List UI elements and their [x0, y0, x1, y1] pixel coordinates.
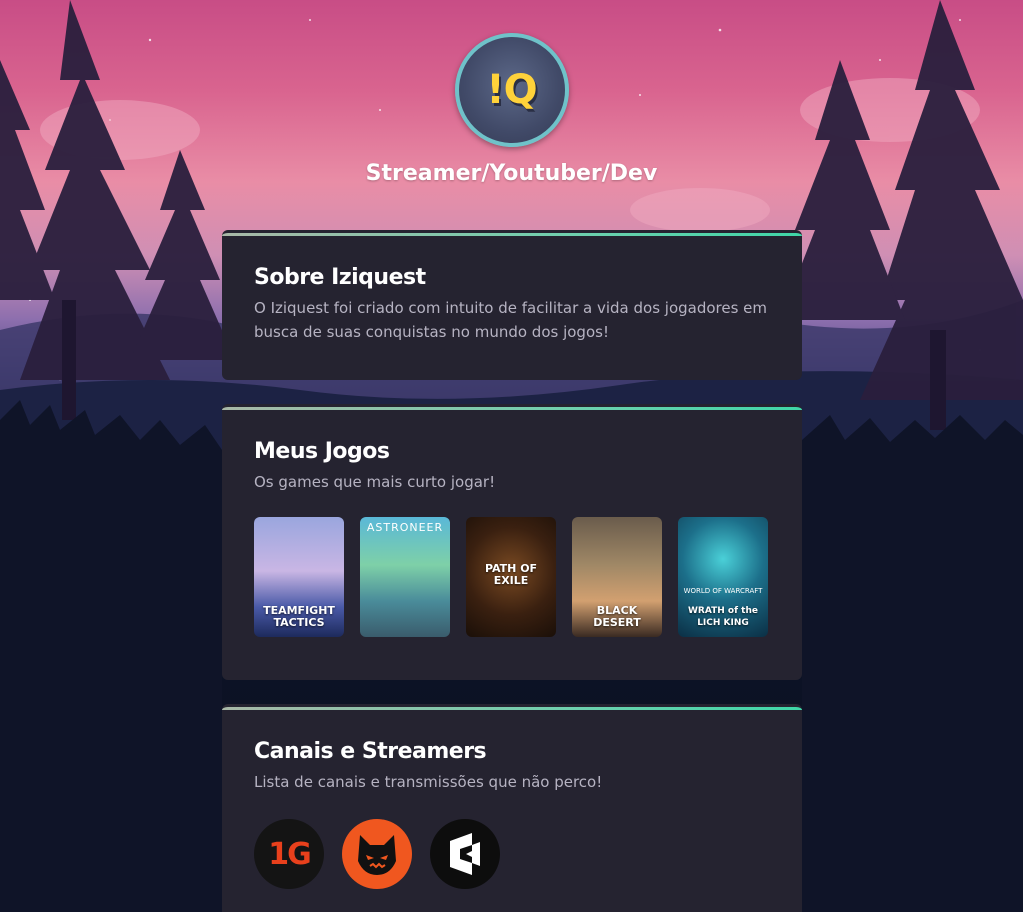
streamers-card: Canais e Streamers Lista de canais e tra… [222, 704, 802, 912]
game-label: ASTRONEER [366, 521, 444, 534]
streamers-list: 1G [254, 819, 770, 889]
about-description: O Iziquest foi criado com intuito de fac… [254, 299, 768, 341]
streamer-cat-mask[interactable] [342, 819, 412, 889]
game-card-wow-wrath[interactable]: WORLD OF WARCRAFT WRATH of the LICH KING [678, 517, 768, 637]
streamer-1g[interactable]: 1G [254, 819, 324, 889]
1g-logo-icon: 1G [268, 836, 311, 872]
streamers-title: Canais e Streamers [254, 739, 487, 764]
games-title: Meus Jogos [254, 439, 390, 464]
streamer-tilted[interactable] [430, 819, 500, 889]
game-label: BLACK DESERT [593, 604, 641, 629]
game-label: WRATH of the LICH KING [688, 606, 758, 628]
cat-mask-logo-icon [358, 835, 396, 875]
game-card-black-desert[interactable]: BLACK DESERT [572, 517, 662, 637]
games-subtitle: Os games que mais curto jogar! [254, 473, 496, 491]
games-list: TEAMFIGHT TACTICS ASTRONEER PATH OF EXIL… [254, 517, 770, 637]
game-card-path-of-exile[interactable]: PATH OF EXILE [466, 517, 556, 637]
game-card-astroneer[interactable]: ASTRONEER [360, 517, 450, 637]
game-label: PATH OF EXILE [484, 562, 538, 587]
profile-tagline: Streamer/Youtuber/Dev [365, 161, 658, 186]
game-label: TEAMFIGHT TACTICS [263, 604, 335, 629]
game-label-top: WORLD OF WARCRAFT [683, 587, 763, 595]
game-card-teamfight-tactics[interactable]: TEAMFIGHT TACTICS [254, 517, 344, 637]
profile-header: !Q Streamer/Youtuber/Dev [0, 33, 1023, 186]
tilted-logo-icon [450, 833, 480, 875]
about-title: Sobre Iziquest [254, 265, 426, 290]
about-card: Sobre Iziquest O Iziquest foi criado com… [222, 230, 802, 380]
avatar-logo-text: !Q [486, 67, 537, 113]
avatar[interactable]: !Q [454, 33, 569, 147]
games-card: Meus Jogos Os games que mais curto jogar… [222, 404, 802, 680]
streamers-subtitle: Lista de canais e transmissões que não p… [254, 773, 603, 791]
